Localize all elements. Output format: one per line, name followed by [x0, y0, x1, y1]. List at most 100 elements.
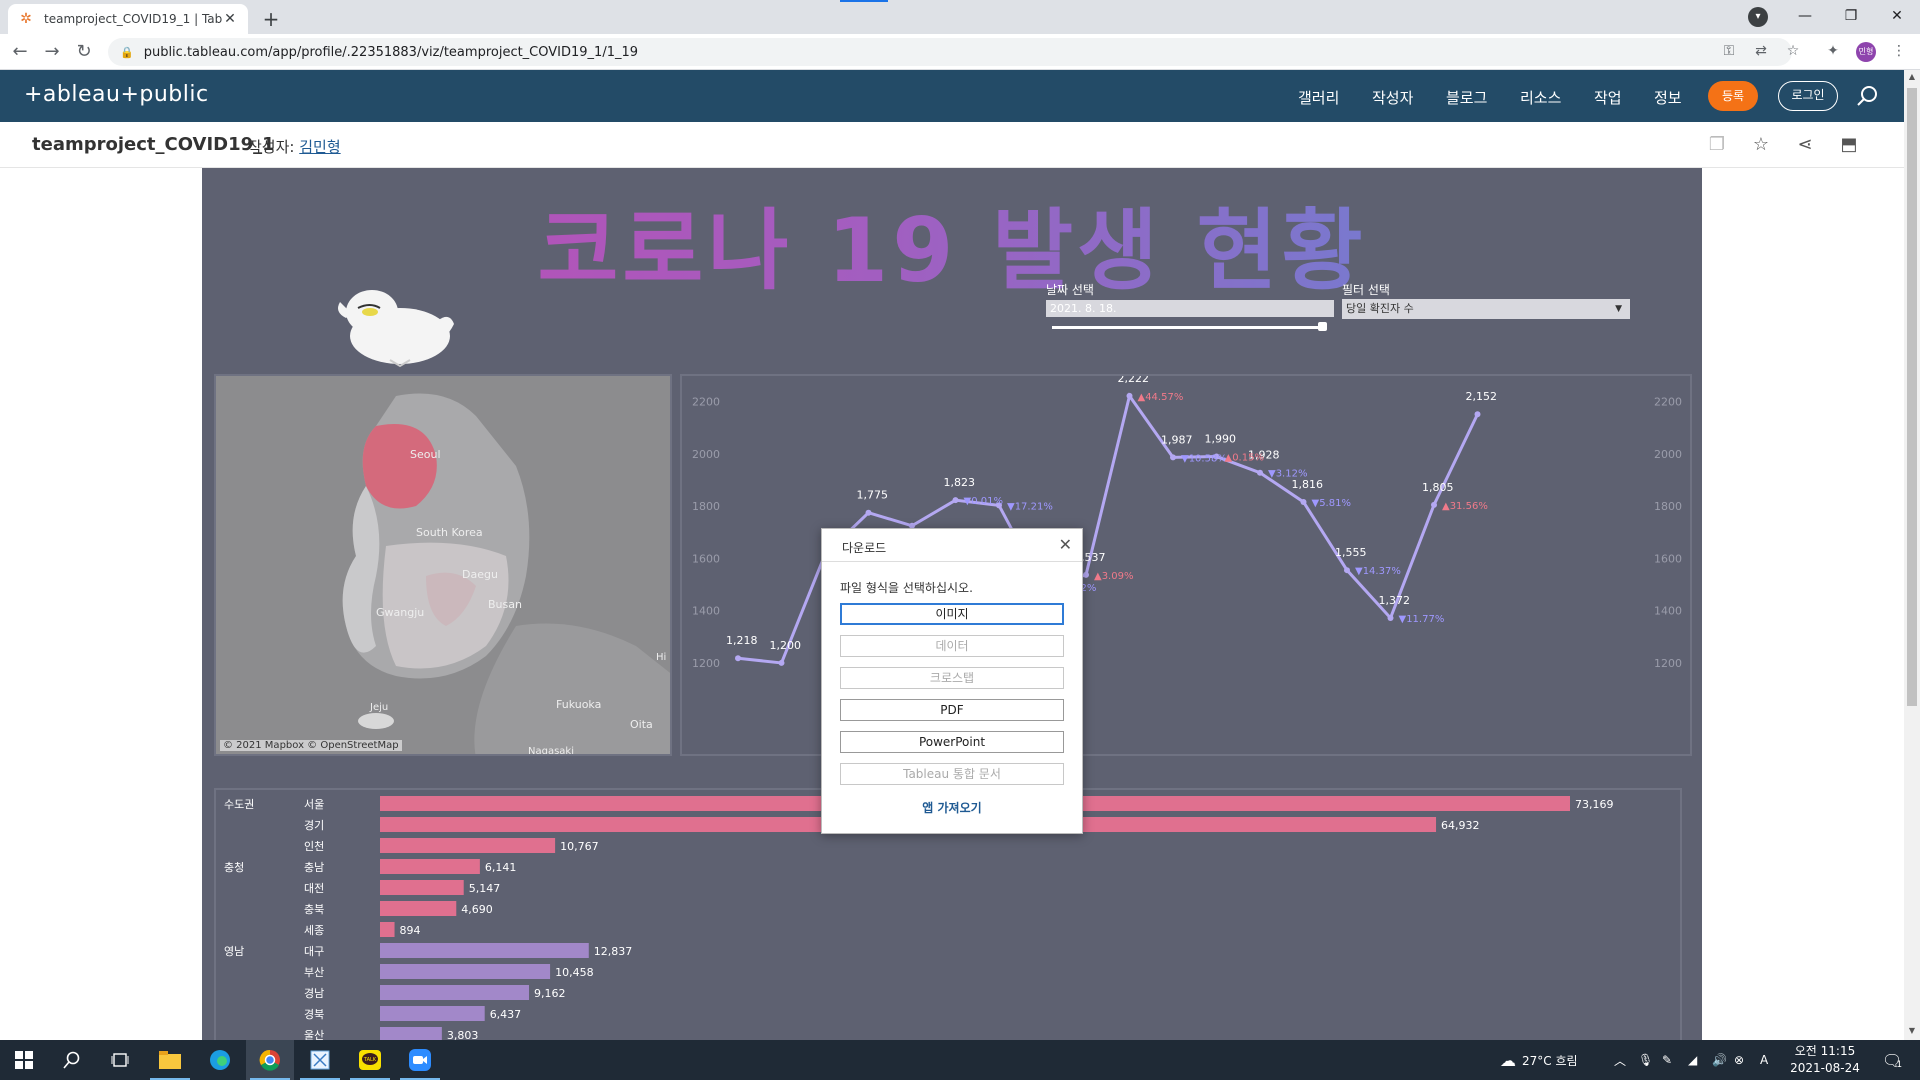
bar-category-label: 인천	[304, 839, 324, 853]
bar-category-label: 세종	[304, 924, 324, 937]
line-point[interactable]	[735, 655, 741, 662]
restore-button[interactable]: ❐	[1828, 0, 1874, 34]
download-crosstab-button[interactable]: 크로스탭	[840, 667, 1064, 689]
kakaotalk-icon[interactable]: TALK	[346, 1040, 394, 1080]
scrollbar-thumb[interactable]	[1907, 88, 1917, 706]
bar[interactable]	[380, 922, 395, 937]
tab-close-icon[interactable]: ✕	[222, 11, 238, 27]
line-point[interactable]	[1083, 571, 1089, 578]
bar[interactable]	[380, 880, 464, 895]
nav-my-work[interactable]: 작업	[1594, 87, 1622, 108]
download-image-button[interactable]: 이미지	[840, 603, 1064, 625]
share-icon[interactable]: ⋖	[1794, 134, 1816, 156]
date-slider-track[interactable]	[1052, 326, 1326, 329]
nav-gallery[interactable]: 갤러리	[1298, 87, 1339, 108]
korea-map[interactable]: Seoul South Korea Daegu Gwangju Busan Je…	[214, 374, 672, 756]
download-icon[interactable]: ⬒	[1838, 134, 1860, 156]
reload-icon[interactable]: ↻	[72, 40, 96, 64]
login-button[interactable]: 로그인	[1778, 81, 1838, 111]
line-point[interactable]	[1474, 411, 1481, 418]
tableau-public-logo[interactable]: +ableau+public	[24, 82, 209, 107]
lock-icon[interactable]: 🔒	[120, 46, 134, 59]
ime-mode[interactable]: A	[1760, 1040, 1768, 1080]
tray-overflow-icon[interactable]: ︿	[1614, 1040, 1626, 1080]
bookmark-star-icon[interactable]: ☆	[1784, 43, 1802, 59]
line-point[interactable]	[1387, 615, 1394, 621]
get-app-link[interactable]: 앱 가져오기	[822, 799, 1082, 816]
browser-tab[interactable]: ✲ teamproject_COVID19_1 | Tableau Public…	[8, 4, 248, 34]
bar[interactable]	[380, 901, 457, 916]
menu-kebab-icon[interactable]: ⋮	[1890, 43, 1908, 59]
profile-avatar[interactable]: 민형	[1856, 42, 1876, 62]
password-key-icon[interactable]: ⚿	[1720, 43, 1738, 59]
windows-start-icon[interactable]	[0, 1040, 48, 1080]
nav-blog[interactable]: 블로그	[1446, 87, 1487, 108]
scroll-down-arrow-icon[interactable]: ▼	[1904, 1026, 1920, 1035]
chrome-browser-icon[interactable]	[246, 1040, 294, 1080]
back-icon[interactable]: ←	[8, 40, 32, 64]
line-point[interactable]	[1300, 499, 1307, 505]
page-scrollbar[interactable]: ▲ ▼	[1904, 70, 1920, 1040]
address-bar[interactable]: 🔒 public.tableau.com/app/profile/.223518…	[108, 38, 1792, 66]
download-data-button[interactable]: 데이터	[840, 635, 1064, 657]
copy-icon[interactable]: ❐	[1706, 134, 1728, 156]
bar[interactable]	[380, 964, 551, 979]
search-icon[interactable]	[1856, 84, 1880, 108]
file-explorer-icon[interactable]	[146, 1040, 194, 1080]
new-tab-button[interactable]: +	[258, 6, 284, 32]
bar[interactable]	[380, 985, 530, 1000]
ime-status-icon[interactable]: ⊗	[1734, 1040, 1744, 1080]
measure-filter-select[interactable]: 당일 확진자 수 ▼	[1342, 299, 1630, 319]
line-point[interactable]	[1257, 469, 1263, 476]
line-point[interactable]	[778, 659, 785, 666]
download-workbook-button[interactable]: Tableau 통합 문서	[840, 763, 1064, 785]
zoom-app-icon[interactable]	[396, 1040, 444, 1080]
register-button[interactable]: 등록	[1708, 81, 1758, 111]
microphone-icon[interactable]: 🎙	[1638, 1040, 1653, 1080]
line-point[interactable]	[1431, 501, 1437, 508]
map-attribution[interactable]: © 2021 Mapbox © OpenStreetMap	[220, 740, 402, 751]
network-icon[interactable]: ◢	[1688, 1040, 1697, 1080]
line-point[interactable]	[865, 509, 872, 516]
nav-authors[interactable]: 작성자	[1372, 87, 1413, 108]
tab-search-icon[interactable]: ▾	[1748, 7, 1768, 27]
bar-value-label: 894	[400, 924, 421, 937]
bar[interactable]	[380, 1027, 442, 1040]
browser-toolbar: ← → ↻ 🔒 public.tableau.com/app/profile/.…	[0, 34, 1920, 70]
nav-resources[interactable]: 리소스	[1520, 87, 1561, 108]
taskbar-search-icon[interactable]	[48, 1040, 96, 1080]
change-label: ▲3.09%	[1094, 571, 1133, 582]
snipping-tool-icon[interactable]	[296, 1040, 344, 1080]
value-label: 2,222	[1118, 376, 1150, 385]
edge-browser-icon[interactable]	[196, 1040, 244, 1080]
download-pdf-button[interactable]: PDF	[840, 699, 1064, 721]
notification-center-icon[interactable]: 🗨 1	[1882, 1040, 1902, 1080]
translate-icon[interactable]: ⇄	[1752, 43, 1770, 59]
bar[interactable]	[380, 838, 556, 853]
bar-value-label: 64,932	[1441, 819, 1480, 832]
forward-icon[interactable]: →	[40, 40, 64, 64]
favorite-star-icon[interactable]: ☆	[1750, 134, 1772, 156]
line-point[interactable]	[1170, 454, 1176, 461]
task-view-icon[interactable]	[96, 1040, 144, 1080]
line-point[interactable]	[1126, 392, 1133, 399]
weather-widget[interactable]: ☁ 27°C 흐림	[1500, 1040, 1578, 1080]
minimize-button[interactable]: —	[1782, 0, 1828, 34]
system-clock[interactable]: 오전 11:15 2021-08-24	[1782, 1043, 1868, 1077]
date-slider-handle[interactable]	[1318, 322, 1327, 331]
close-window-button[interactable]: ✕	[1874, 0, 1920, 34]
date-value-field[interactable]: 2021. 8. 18.	[1046, 300, 1334, 317]
line-point[interactable]	[952, 497, 959, 504]
bar[interactable]	[380, 943, 589, 958]
dialog-close-icon[interactable]: ✕	[1059, 535, 1072, 554]
bar[interactable]	[380, 859, 480, 874]
extensions-icon[interactable]: ✦	[1824, 43, 1842, 59]
nav-about[interactable]: 정보	[1654, 87, 1682, 108]
author-link[interactable]: 김민형	[299, 138, 340, 156]
volume-icon[interactable]: 🔊	[1712, 1040, 1727, 1080]
pen-icon[interactable]: ✎	[1662, 1040, 1672, 1080]
download-powerpoint-button[interactable]: PowerPoint	[840, 731, 1064, 753]
line-point[interactable]	[1344, 567, 1350, 574]
scroll-up-arrow-icon[interactable]: ▲	[1904, 72, 1920, 81]
bar[interactable]	[380, 1006, 485, 1021]
